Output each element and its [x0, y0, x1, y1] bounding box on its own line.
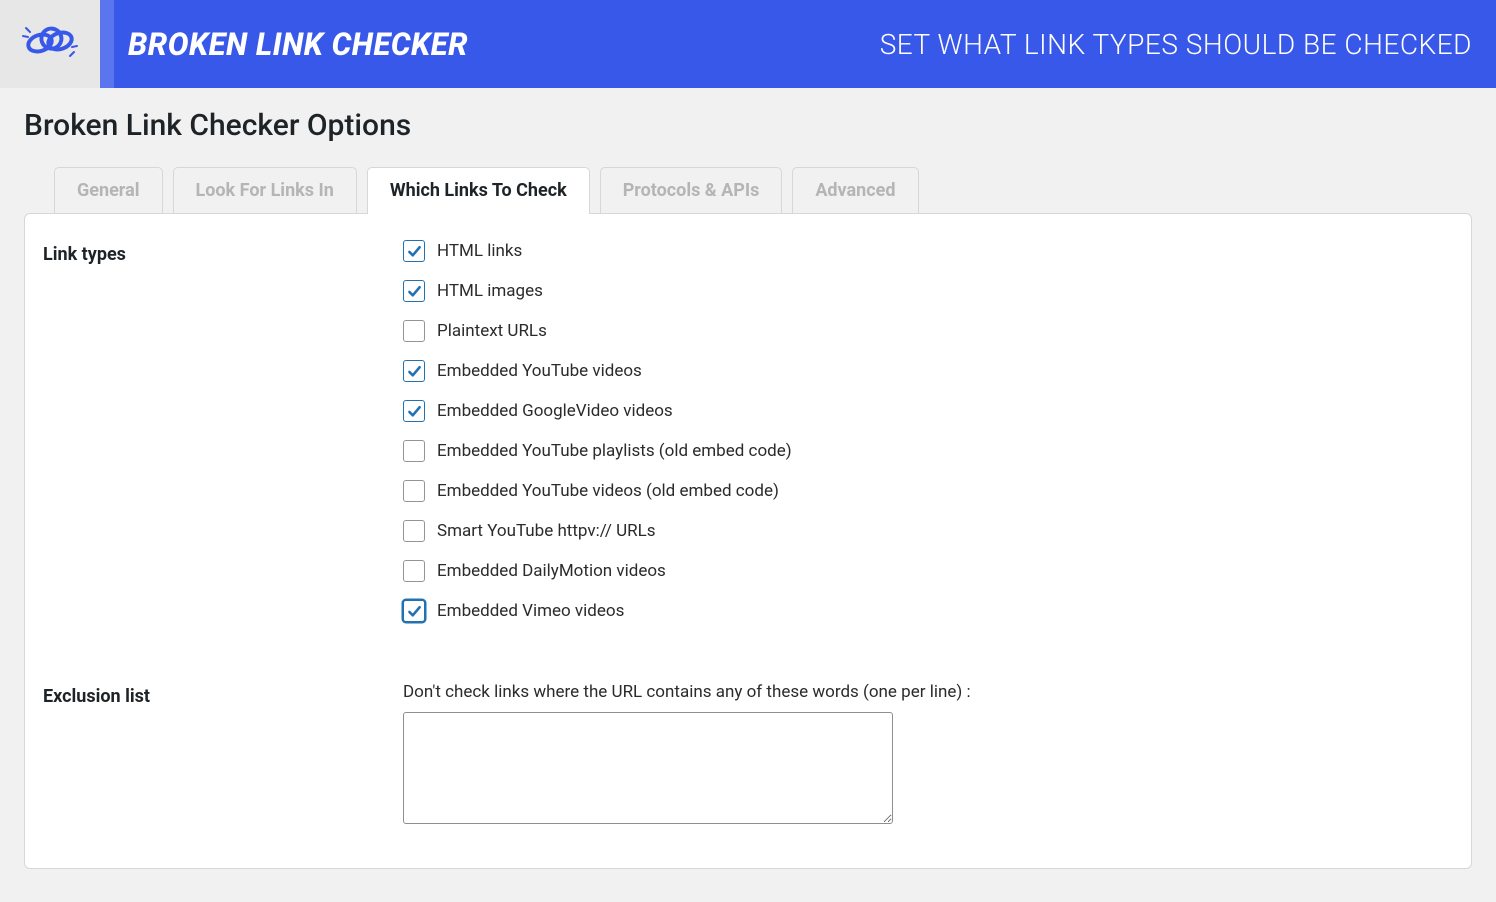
checkbox[interactable] — [403, 560, 425, 582]
checkbox[interactable] — [403, 440, 425, 462]
tab-label: Protocols & APIs — [623, 180, 760, 201]
checkbox-label[interactable]: HTML images — [437, 281, 543, 301]
checkbox-line: Embedded GoogleVideo videos — [403, 400, 1453, 422]
checkbox-line: Embedded YouTube videos (old embed code) — [403, 480, 1453, 502]
checkbox-line: Embedded YouTube playlists (old embed co… — [403, 440, 1453, 462]
options-panel: Link types HTML links HTML images Plaintex… — [24, 213, 1472, 869]
tab-general[interactable]: General — [54, 167, 163, 213]
checkbox-line: Embedded DailyMotion videos — [403, 560, 1453, 582]
checkbox-label[interactable]: Embedded DailyMotion videos — [437, 561, 666, 581]
checkbox-label[interactable]: Embedded YouTube playlists (old embed co… — [437, 441, 792, 461]
logo-cell — [0, 0, 100, 88]
header-subtitle: SET WHAT LINK TYPES SHOULD BE CHECKED — [880, 28, 1472, 61]
checkbox-line: Smart YouTube httpv:// URLs — [403, 520, 1453, 542]
page-container: Broken Link Checker Options General Look … — [0, 88, 1496, 889]
tab-protocols-apis[interactable]: Protocols & APIs — [600, 167, 783, 213]
exclusion-row: Exclusion list Don't check links where t… — [43, 682, 1453, 828]
exclusion-textarea[interactable] — [403, 712, 893, 824]
checkbox[interactable] — [403, 240, 425, 262]
tab-which-links-to-check[interactable]: Which Links To Check — [367, 167, 590, 214]
page-title: Broken Link Checker Options — [24, 108, 1472, 143]
checkbox-label[interactable]: Plaintext URLs — [437, 321, 547, 341]
checkbox[interactable] — [403, 360, 425, 382]
tab-label: Look For Links In — [196, 180, 334, 201]
accent-stripe — [100, 0, 114, 88]
checkbox[interactable] — [403, 600, 425, 622]
checkbox-label[interactable]: HTML links — [437, 241, 522, 261]
app-title: BROKEN LINK CHECKER — [128, 26, 468, 63]
checkbox[interactable] — [403, 280, 425, 302]
checkbox-label[interactable]: Embedded GoogleVideo videos — [437, 401, 673, 421]
tab-advanced[interactable]: Advanced — [792, 167, 918, 213]
checkbox[interactable] — [403, 480, 425, 502]
tabs-row: General Look For Links In Which Links To C… — [24, 167, 1472, 213]
checkbox-label[interactable]: Smart YouTube httpv:// URLs — [437, 521, 656, 541]
checkbox-line: HTML images — [403, 280, 1453, 302]
checkbox-line: Embedded Vimeo videos — [403, 600, 1453, 622]
checkbox[interactable] — [403, 400, 425, 422]
exclusion-description: Don't check links where the URL contains… — [403, 682, 1453, 702]
header-bar: BROKEN LINK CHECKER SET WHAT LINK TYPES … — [0, 0, 1496, 88]
tab-label: Which Links To Check — [390, 180, 567, 201]
link-types-row: Link types HTML links HTML images Plaintex… — [43, 240, 1453, 622]
checkbox-label[interactable]: Embedded Vimeo videos — [437, 601, 624, 621]
link-types-content: HTML links HTML images Plaintext URLs Embed… — [403, 240, 1453, 622]
checkbox-line: HTML links — [403, 240, 1453, 262]
checkbox[interactable] — [403, 320, 425, 342]
checkbox-label[interactable]: Embedded YouTube videos (old embed code) — [437, 481, 779, 501]
checkbox-label[interactable]: Embedded YouTube videos — [437, 361, 642, 381]
checkbox[interactable] — [403, 520, 425, 542]
tab-label: General — [77, 180, 140, 201]
header-content: BROKEN LINK CHECKER SET WHAT LINK TYPES … — [114, 0, 1496, 88]
tab-label: Advanced — [815, 180, 895, 201]
checkbox-line: Embedded YouTube videos — [403, 360, 1453, 382]
exclusion-content: Don't check links where the URL contains… — [403, 682, 1453, 828]
link-types-label: Link types — [43, 240, 403, 265]
tab-look-for-links-in[interactable]: Look For Links In — [173, 167, 357, 213]
exclusion-label: Exclusion list — [43, 682, 403, 707]
checkbox-line: Plaintext URLs — [403, 320, 1453, 342]
chain-link-icon — [18, 22, 82, 66]
